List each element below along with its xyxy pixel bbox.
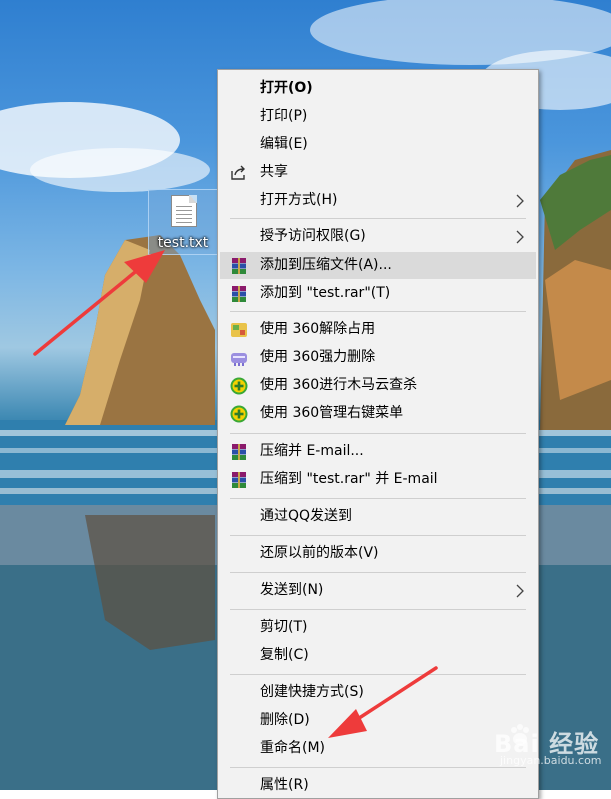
watermark-url: jingyan.baidu.com <box>500 754 602 767</box>
menu-item-360-unlock[interactable]: 使用 360解除占用 <box>220 316 536 343</box>
menu-item-compress-email[interactable]: 压缩并 E-mail... <box>220 438 536 465</box>
menu-separator <box>230 674 526 675</box>
menu-separator <box>230 535 526 536</box>
menu-item-send-via-qq[interactable]: 通过QQ发送到 <box>220 503 536 530</box>
menu-separator <box>230 609 526 610</box>
menu-separator <box>230 498 526 499</box>
share-icon <box>231 165 245 180</box>
menu-item-create-shortcut[interactable]: 创建快捷方式(S) <box>220 679 536 706</box>
menu-item-share[interactable]: 共享 <box>220 159 536 186</box>
text-document-icon <box>171 195 197 227</box>
menu-item-360-trojan-scan[interactable]: 使用 360进行木马云查杀 <box>220 372 536 399</box>
desktop-file-icon[interactable]: test.txt <box>148 189 218 255</box>
menu-item-open-with[interactable]: 打开方式(H) <box>220 187 536 214</box>
menu-item-send-to[interactable]: 发送到(N) <box>220 577 536 604</box>
360-plus-icon <box>230 405 248 423</box>
360-plus-icon <box>230 377 248 395</box>
360-shredder-icon <box>231 353 247 366</box>
winrar-icon <box>232 444 246 460</box>
menu-item-edit[interactable]: 编辑(E) <box>220 131 536 158</box>
chevron-right-icon <box>516 584 524 598</box>
menu-item-restore-previous-versions[interactable]: 还原以前的版本(V) <box>220 540 536 567</box>
menu-item-add-to-archive[interactable]: 添加到压缩文件(A)... <box>220 252 536 279</box>
baidu-jingyan-watermark: Bai 经验 jingyan.baidu.com <box>468 722 608 772</box>
context-menu: 打开(O) 打印(P) 编辑(E) 共享 打开方式(H) 授予访问权限(G) 添… <box>217 69 539 799</box>
menu-item-open[interactable]: 打开(O) <box>220 75 536 102</box>
360-unlock-icon <box>231 323 247 337</box>
chevron-right-icon <box>516 230 524 244</box>
menu-item-add-to-test-rar[interactable]: 添加到 "test.rar"(T) <box>220 280 536 307</box>
menu-item-360-manage-menu[interactable]: 使用 360管理右键菜单 <box>220 400 536 427</box>
menu-item-cut[interactable]: 剪切(T) <box>220 614 536 641</box>
file-name-label: test.txt <box>157 235 209 251</box>
menu-item-copy[interactable]: 复制(C) <box>220 642 536 669</box>
menu-separator <box>230 433 526 434</box>
menu-separator <box>230 572 526 573</box>
menu-item-compress-test-rar-email[interactable]: 压缩到 "test.rar" 并 E-mail <box>220 466 536 493</box>
menu-item-print[interactable]: 打印(P) <box>220 103 536 130</box>
menu-item-grant-access[interactable]: 授予访问权限(G) <box>220 223 536 250</box>
winrar-icon <box>232 472 246 488</box>
menu-separator <box>230 218 526 219</box>
winrar-icon <box>232 258 246 274</box>
menu-separator <box>230 311 526 312</box>
chevron-right-icon <box>516 194 524 208</box>
menu-item-360-force-delete[interactable]: 使用 360强力删除 <box>220 344 536 371</box>
winrar-icon <box>232 286 246 302</box>
menu-item-properties[interactable]: 属性(R) <box>220 772 536 799</box>
